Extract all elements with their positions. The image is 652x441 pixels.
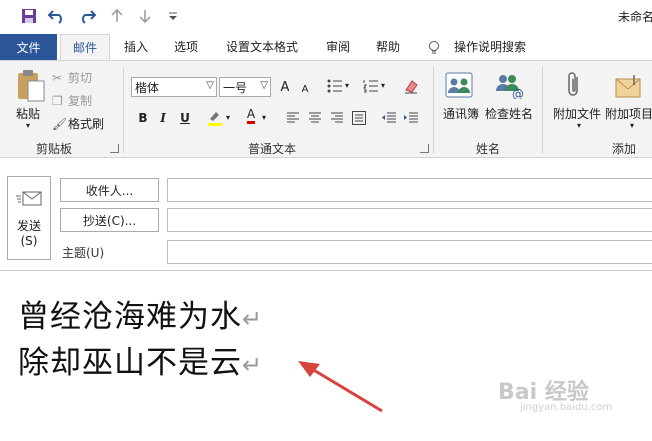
annotation-arrow-icon <box>298 361 383 413</box>
highlight-dropdown-icon[interactable]: ▾ <box>226 113 230 122</box>
increase-indent-icon[interactable] <box>402 109 420 127</box>
quick-access-toolbar: 未命名 <box>0 0 652 34</box>
lightbulb-icon <box>428 40 440 59</box>
watermark-url: jingyan.baidu.com <box>520 402 613 413</box>
font-name-value: 楷体 <box>135 80 160 95</box>
to-button[interactable]: 收件人... <box>60 178 159 202</box>
bullets-icon[interactable] <box>326 77 344 95</box>
window-title: 未命名 <box>618 10 652 24</box>
cc-field[interactable] <box>167 208 652 232</box>
address-book-button[interactable]: 通讯簿 <box>443 105 479 122</box>
subject-field[interactable] <box>167 240 652 264</box>
tab-insert[interactable]: 插入 <box>124 38 148 55</box>
attach-file-dropdown-icon[interactable]: ▾ <box>577 121 581 130</box>
font-name-combo[interactable]: 楷体 ▽ <box>131 77 217 97</box>
italic-button[interactable]: I <box>154 109 172 127</box>
clipboard-group-label: 剪贴板 <box>36 142 73 156</box>
paragraph-mark: ↵ <box>242 351 264 379</box>
align-right-icon[interactable] <box>328 109 346 127</box>
separator <box>433 67 434 153</box>
up-arrow-icon[interactable] <box>108 7 126 25</box>
attach-item-button[interactable]: 附加项目 <box>605 105 652 122</box>
font-size-value: 一号 <box>223 80 248 95</box>
tab-file[interactable]: 文件 <box>0 34 57 60</box>
send-icon <box>16 191 42 206</box>
align-left-icon[interactable] <box>284 109 302 127</box>
send-key-label: (S) <box>20 234 38 248</box>
clear-formatting-icon[interactable] <box>402 77 420 95</box>
highlight-icon[interactable] <box>206 109 224 127</box>
send-button[interactable]: 发送 (S) <box>7 176 51 260</box>
chevron-down-icon: ▽ <box>206 80 214 91</box>
copy-icon: ❐ <box>52 93 63 108</box>
svg-text:@: @ <box>512 87 524 99</box>
justify-icon[interactable] <box>350 109 368 127</box>
save-icon[interactable] <box>20 7 38 25</box>
separator <box>123 67 124 153</box>
font-color-button[interactable]: A <box>242 107 260 125</box>
copy-label: 复制 <box>68 94 93 108</box>
body-line-1: 曾经沧海难为水↵ <box>18 291 263 336</box>
basic-text-launcher-icon[interactable] <box>420 144 429 153</box>
bold-button[interactable]: B <box>134 109 152 127</box>
tell-me-search[interactable]: 操作说明搜索 <box>454 38 526 55</box>
numbering-dropdown-icon[interactable]: ▾ <box>381 81 385 90</box>
decrease-indent-icon[interactable] <box>380 109 398 127</box>
basic-text-group-label: 普通文本 <box>248 142 297 156</box>
shrink-font-button[interactable]: A <box>296 80 314 98</box>
names-group-label: 姓名 <box>476 142 501 156</box>
check-names-icon[interactable]: @ <box>494 71 524 102</box>
tab-format-text[interactable]: 设置文本格式 <box>226 38 298 55</box>
tab-options[interactable]: 选项 <box>174 38 198 55</box>
body-line-2: 除却巫山不是云↵ <box>18 337 263 382</box>
font-color-dropdown-icon[interactable]: ▾ <box>262 113 266 122</box>
ribbon: 粘贴 ▾ ✂ 剪切 ❐ 复制 🖌 格式刷 剪贴板 楷体 ▽ 一号 ▽ A A ▾… <box>0 60 652 158</box>
font-size-combo[interactable]: 一号 ▽ <box>219 77 271 97</box>
chevron-down-icon: ▽ <box>260 80 268 91</box>
ribbon-tabs: 文件 邮件 插入 选项 设置文本格式 审阅 帮助 操作说明搜索 <box>0 34 652 60</box>
align-center-icon[interactable] <box>306 109 324 127</box>
tab-review[interactable]: 审阅 <box>326 38 350 55</box>
attach-item-dropdown-icon[interactable]: ▾ <box>630 121 634 130</box>
subject-label: 主题(U) <box>62 246 105 260</box>
send-label: 发送 <box>16 219 41 233</box>
separator <box>542 67 543 153</box>
bullets-dropdown-icon[interactable]: ▾ <box>345 81 349 90</box>
body-line-1-text: 曾经沧海难为水 <box>18 299 242 335</box>
cc-button[interactable]: 抄送(C)... <box>60 208 159 232</box>
tab-mail[interactable]: 邮件 <box>60 34 110 60</box>
scissors-icon: ✂ <box>52 70 63 85</box>
cut-label: 剪切 <box>68 71 93 85</box>
brush-icon: 🖌 <box>52 116 68 131</box>
font-color-letter: A <box>246 108 256 124</box>
compose-header: 发送 (S) 收件人... 抄送(C)... 主题(U) <box>0 158 652 270</box>
include-group-label: 添加 <box>612 142 637 156</box>
format-painter-label: 格式刷 <box>68 117 105 131</box>
body-line-2-text: 除却巫山不是云 <box>18 345 242 381</box>
undo-icon[interactable] <box>48 7 66 25</box>
cut-button[interactable]: ✂ 剪切 <box>52 69 92 86</box>
paperclip-icon[interactable] <box>566 71 582 102</box>
attach-file-button[interactable]: 附加文件 <box>553 105 601 122</box>
grow-font-button[interactable]: A <box>276 78 294 96</box>
paragraph-mark: ↵ <box>242 305 264 333</box>
tab-help[interactable]: 帮助 <box>376 38 400 55</box>
down-arrow-icon[interactable] <box>136 7 154 25</box>
redo-icon[interactable] <box>78 7 96 25</box>
paste-button[interactable]: 粘贴 <box>16 105 40 122</box>
to-field[interactable] <box>167 178 652 202</box>
paste-icon[interactable] <box>14 69 46 106</box>
address-book-icon[interactable] <box>444 71 474 102</box>
check-names-button[interactable]: 检查姓名 <box>485 105 533 122</box>
envelope-attach-icon[interactable] <box>614 73 644 102</box>
underline-button[interactable]: U <box>176 109 194 127</box>
clipboard-launcher-icon[interactable] <box>110 144 119 153</box>
customize-qat-icon[interactable] <box>164 7 182 25</box>
format-painter-button[interactable]: 🖌 格式刷 <box>52 115 104 132</box>
copy-button[interactable]: ❐ 复制 <box>52 92 92 109</box>
numbering-icon[interactable] <box>362 77 380 95</box>
paste-dropdown-icon[interactable]: ▾ <box>26 121 30 130</box>
